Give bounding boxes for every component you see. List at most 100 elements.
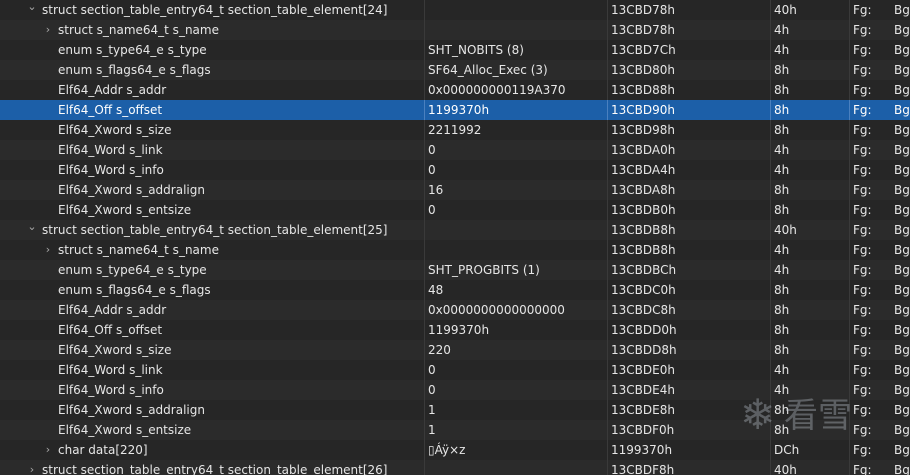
chevron-down-icon[interactable]: ⌄ xyxy=(26,220,38,237)
table-row[interactable]: enum s_type64_e s_type SHT_PROGBITS (1) 13… xyxy=(0,260,910,280)
color-cell[interactable]: Fg: Bg xyxy=(849,400,910,420)
value-cell[interactable]: 0 xyxy=(424,360,607,380)
value-cell[interactable]: 0 xyxy=(424,380,607,400)
value-cell[interactable]: 48 xyxy=(424,280,607,300)
table-row[interactable]: Elf64_Word s_info 0 13CBDA4h 4h Fg: Bg xyxy=(0,160,910,180)
color-cell[interactable]: Fg: Bg xyxy=(849,420,910,440)
value-cell[interactable]: 0 xyxy=(424,200,607,220)
bg-label: Bg xyxy=(894,223,910,237)
table-row[interactable]: Elf64_Xword s_size 220 13CBDD8h 8h Fg: Bg xyxy=(0,340,910,360)
color-cell[interactable]: Fg: Bg xyxy=(849,200,910,220)
table-row[interactable]: Elf64_Xword s_addralign 1 13CBDE8h 8h Fg: Bg xyxy=(0,400,910,420)
table-row[interactable]: Elf64_Off s_offset 1199370h 13CBDD0h 8h Fg: B… xyxy=(0,320,910,340)
table-row[interactable]: Elf64_Addr s_addr 0x000000000119A370 13CBD… xyxy=(0,80,910,100)
color-cell[interactable]: Fg: Bg xyxy=(849,180,910,200)
bg-label: Bg xyxy=(894,403,910,417)
bg-label: Bg xyxy=(894,23,910,37)
table-row[interactable]: › struct section_table_entry64_t section_… xyxy=(0,460,910,475)
field-name: Elf64_Xword s_entsize xyxy=(58,203,192,217)
name-cell: ⌄ struct section_table_entry64_t section_… xyxy=(0,220,424,240)
chevron-right-icon[interactable]: › xyxy=(42,20,54,40)
color-cell[interactable]: Fg: Bg xyxy=(849,0,910,20)
color-cell[interactable]: Fg: Bg xyxy=(849,440,910,460)
color-cell[interactable]: Fg: Bg xyxy=(849,360,910,380)
value-cell[interactable] xyxy=(424,20,607,40)
chevron-right-icon[interactable]: › xyxy=(42,240,54,260)
table-row[interactable]: › char data[220] ▯Áÿ×z 1199370h DCh Fg: Bg xyxy=(0,440,910,460)
color-cell[interactable]: Fg: Bg xyxy=(849,340,910,360)
color-cell[interactable]: Fg: Bg xyxy=(849,460,910,475)
color-cell[interactable]: Fg: Bg xyxy=(849,140,910,160)
value-cell[interactable] xyxy=(424,220,607,240)
table-row[interactable]: › struct s_name64_t s_name 13CBDB8h 4h Fg: Bg xyxy=(0,240,910,260)
fg-label: Fg: xyxy=(853,463,872,475)
fg-label: Fg: xyxy=(853,163,872,177)
color-cell[interactable]: Fg: Bg xyxy=(849,240,910,260)
table-row[interactable]: Elf64_Word s_link 0 13CBDE0h 4h Fg: Bg xyxy=(0,360,910,380)
table-row[interactable]: Elf64_Xword s_entsize 1 13CBDF0h 8h Fg: Bg xyxy=(0,420,910,440)
value-cell[interactable]: 0 xyxy=(424,160,607,180)
value-cell[interactable]: 1199370h xyxy=(424,320,607,340)
start-cell: 13CBDC0h xyxy=(607,280,770,300)
color-cell[interactable]: Fg: Bg xyxy=(849,260,910,280)
size-cell: 4h xyxy=(770,140,849,160)
field-name: Elf64_Xword s_addralign xyxy=(58,183,205,197)
name-cell: ⌄ struct section_table_entry64_t section_… xyxy=(0,0,424,20)
value-cell[interactable]: 0x0000000000000000 xyxy=(424,300,607,320)
value-cell[interactable]: 0x000000000119A370 xyxy=(424,80,607,100)
table-row[interactable]: › struct s_name64_t s_name 13CBD78h 4h Fg: Bg xyxy=(0,20,910,40)
chevron-right-icon[interactable]: › xyxy=(26,460,38,475)
table-row[interactable]: enum s_flags64_e s_flags SF64_Alloc_Exec … xyxy=(0,60,910,80)
table-row[interactable]: Elf64_Word s_link 0 13CBDA0h 4h Fg: Bg xyxy=(0,140,910,160)
name-cell: Elf64_Off s_offset xyxy=(0,320,424,340)
table-row[interactable]: Elf64_Addr s_addr 0x0000000000000000 13CBD… xyxy=(0,300,910,320)
table-row[interactable]: enum s_flags64_e s_flags 48 13CBDC0h 8h Fg: B… xyxy=(0,280,910,300)
color-cell[interactable]: Fg: Bg xyxy=(849,380,910,400)
start-cell: 13CBDE8h xyxy=(607,400,770,420)
value-cell[interactable]: 16 xyxy=(424,180,607,200)
start-cell: 1199370h xyxy=(607,440,770,460)
table-row[interactable]: Elf64_Word s_info 0 13CBDE4h 4h Fg: Bg xyxy=(0,380,910,400)
size-cell: 8h xyxy=(770,180,849,200)
chevron-down-icon[interactable]: ⌄ xyxy=(26,0,38,17)
color-cell[interactable]: Fg: Bg xyxy=(849,220,910,240)
color-cell[interactable]: Fg: Bg xyxy=(849,40,910,60)
table-row[interactable]: Elf64_Off s_offset 1199370h 13CBD90h 8h Fg: B… xyxy=(0,100,910,120)
value-cell[interactable]: SHT_NOBITS (8) xyxy=(424,40,607,60)
value-cell[interactable]: 1 xyxy=(424,420,607,440)
value-cell[interactable]: 220 xyxy=(424,340,607,360)
table-row[interactable]: enum s_type64_e s_type SHT_NOBITS (8) 13CB… xyxy=(0,40,910,60)
value-cell[interactable]: SHT_PROGBITS (1) xyxy=(424,260,607,280)
value-cell[interactable]: ▯Áÿ×z xyxy=(424,440,607,460)
value-cell[interactable]: 0 xyxy=(424,140,607,160)
field-name: enum s_flags64_e s_flags xyxy=(58,283,211,297)
chevron-right-icon[interactable]: › xyxy=(42,440,54,460)
color-cell[interactable]: Fg: Bg xyxy=(849,20,910,40)
color-cell[interactable]: Fg: Bg xyxy=(849,320,910,340)
table-row[interactable]: Elf64_Xword s_size 2211992 13CBD98h 8h Fg: Bg xyxy=(0,120,910,140)
table-row[interactable]: ⌄ struct section_table_entry64_t section_… xyxy=(0,220,910,240)
table-row[interactable]: Elf64_Xword s_entsize 0 13CBDB0h 8h Fg: Bg xyxy=(0,200,910,220)
bg-label: Bg xyxy=(894,383,910,397)
value-cell[interactable]: 2211992 xyxy=(424,120,607,140)
value-cell[interactable] xyxy=(424,240,607,260)
size-cell: 4h xyxy=(770,160,849,180)
color-cell[interactable]: Fg: Bg xyxy=(849,80,910,100)
color-cell[interactable]: Fg: Bg xyxy=(849,160,910,180)
color-cell[interactable]: Fg: Bg xyxy=(849,280,910,300)
value-cell[interactable]: 1 xyxy=(424,400,607,420)
size-cell: 8h xyxy=(770,120,849,140)
size-cell: 8h xyxy=(770,300,849,320)
template-results-tree[interactable]: ⌄ struct section_table_entry64_t section_… xyxy=(0,0,910,475)
table-row[interactable]: Elf64_Xword s_addralign 16 13CBDA8h 8h Fg: Bg xyxy=(0,180,910,200)
color-cell[interactable]: Fg: Bg xyxy=(849,60,910,80)
value-cell[interactable] xyxy=(424,460,607,475)
value-cell[interactable]: SF64_Alloc_Exec (3) xyxy=(424,60,607,80)
color-cell[interactable]: Fg: Bg xyxy=(849,120,910,140)
value-cell[interactable]: 1199370h xyxy=(424,100,607,120)
color-cell[interactable]: Fg: Bg xyxy=(849,100,910,120)
value-cell[interactable] xyxy=(424,0,607,20)
table-row[interactable]: ⌄ struct section_table_entry64_t section_… xyxy=(0,0,910,20)
color-cell[interactable]: Fg: Bg xyxy=(849,300,910,320)
field-name: Elf64_Xword s_size xyxy=(58,123,172,137)
